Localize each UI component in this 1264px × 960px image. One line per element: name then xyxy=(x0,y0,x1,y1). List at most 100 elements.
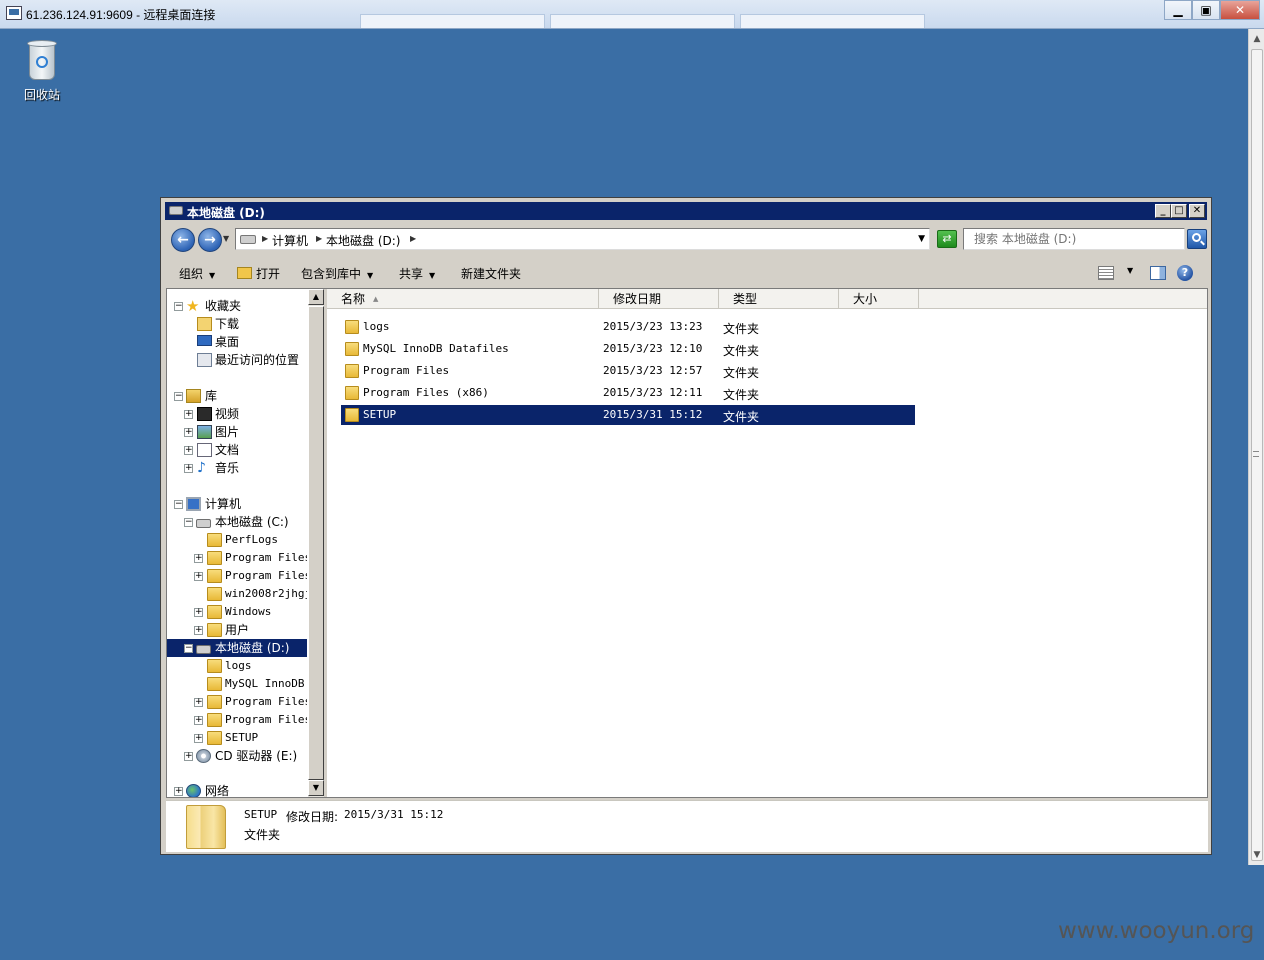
nav-drive-d-label: 本地磁盘 (D:) xyxy=(215,641,290,655)
expand-icon[interactable]: + xyxy=(184,428,193,437)
minimize-button[interactable]: _ xyxy=(1155,204,1171,218)
maximize-button[interactable]: □ xyxy=(1171,204,1187,218)
collapse-icon[interactable]: − xyxy=(184,518,193,527)
navpane-scroll-thumb[interactable] xyxy=(308,306,324,780)
nav-pictures[interactable]: + 图片 xyxy=(167,423,307,441)
view-options-dropdown-icon[interactable]: ▼ xyxy=(1127,266,1133,275)
share-menu[interactable]: 共享 ▼ xyxy=(399,265,435,282)
collapse-icon[interactable]: − xyxy=(184,644,193,653)
nav-d-program-files[interactable]: + Program Files xyxy=(167,693,307,711)
recycle-bin-shortcut[interactable]: 回收站 xyxy=(16,38,68,103)
explorer-title-bar[interactable]: 本地磁盘 (D:) _ □ ✕ xyxy=(165,202,1207,220)
nav-favorites[interactable]: − ★ 收藏夹 xyxy=(167,297,307,315)
nav-music[interactable]: + ♪ 音乐 xyxy=(167,459,307,477)
back-button[interactable]: ← xyxy=(171,228,195,252)
nav-c-program-files-x86[interactable]: + Program Files xyxy=(167,567,307,585)
folder-icon xyxy=(345,364,359,378)
column-name-header[interactable]: 名称 ▲ xyxy=(327,289,599,309)
organize-menu[interactable]: 组织 ▼ xyxy=(179,265,215,282)
expand-icon[interactable]: + xyxy=(174,787,183,796)
address-bar[interactable]: ▶ 计算机 ▶ 本地磁盘 (D:) ▶ ▼ xyxy=(235,228,930,250)
nav-drive-c[interactable]: − 本地磁盘 (C:) xyxy=(167,513,307,531)
column-modified-header[interactable]: 修改日期 xyxy=(599,289,719,309)
close-button[interactable]: ✕ xyxy=(1189,204,1205,218)
expand-icon[interactable]: + xyxy=(194,698,203,707)
search-icon[interactable] xyxy=(1187,229,1207,249)
nav-recent-places[interactable]: 最近访问的位置 xyxy=(167,351,307,369)
expand-icon[interactable]: + xyxy=(184,410,193,419)
nav-documents[interactable]: + 文档 xyxy=(167,441,307,459)
folder-icon xyxy=(207,677,222,691)
file-row-mysql[interactable]: MySQL InnoDB Datafiles 2015/3/23 12:10 文… xyxy=(341,339,915,359)
file-list[interactable]: 名称 ▲ 修改日期 类型 大小 logs 2015/3/23 13:23 文件夹 … xyxy=(327,289,1207,797)
recycle-bin-label: 回收站 xyxy=(23,88,60,102)
breadcrumb-drive-d[interactable]: 本地磁盘 (D:) xyxy=(326,232,400,249)
navpane-scrollbar[interactable]: ▲ ▼ xyxy=(307,289,324,797)
collapse-icon[interactable]: − xyxy=(174,500,183,509)
address-dropdown-icon[interactable]: ▼ xyxy=(918,234,925,244)
breadcrumb-computer[interactable]: 计算机 xyxy=(272,232,308,249)
file-row-program-files[interactable]: Program Files 2015/3/23 12:57 文件夹 xyxy=(341,361,915,381)
nav-network[interactable]: + 网络 xyxy=(167,782,307,797)
rdp-minimize-button[interactable]: ▁ xyxy=(1164,0,1192,20)
nav-d-program-files-x86[interactable]: + Program Files xyxy=(167,711,307,729)
scroll-down-arrow-icon[interactable]: ▼ xyxy=(308,780,324,796)
forward-button[interactable]: → xyxy=(198,228,222,252)
file-row-logs[interactable]: logs 2015/3/23 13:23 文件夹 xyxy=(341,317,915,337)
column-type-header[interactable]: 类型 xyxy=(719,289,839,309)
file-row-program-files-x86[interactable]: Program Files (x86) 2015/3/23 12:11 文件夹 xyxy=(341,383,915,403)
nav-downloads[interactable]: 下载 xyxy=(167,315,307,333)
collapse-icon[interactable]: − xyxy=(174,302,183,311)
nav-videos[interactable]: + 视频 xyxy=(167,405,307,423)
include-in-library-menu[interactable]: 包含到库中 ▼ xyxy=(301,265,373,282)
folder-icon xyxy=(207,551,222,565)
column-size-header[interactable]: 大小 xyxy=(839,289,919,309)
nav-c-win2008r2jhgj[interactable]: win2008r2jhgj xyxy=(167,585,307,603)
expand-icon[interactable]: + xyxy=(194,716,203,725)
rdp-restore-button[interactable]: ▣ xyxy=(1192,0,1220,20)
chevron-right-icon[interactable]: ▶ xyxy=(262,234,268,243)
nav-desktop[interactable]: 桌面 xyxy=(167,333,307,351)
rdp-close-button[interactable]: ✕ xyxy=(1220,0,1260,20)
expand-icon[interactable]: + xyxy=(184,464,193,473)
nav-drive-d[interactable]: − 本地磁盘 (D:) xyxy=(167,639,307,657)
nav-d-logs[interactable]: logs xyxy=(167,657,307,675)
new-folder-button[interactable]: 新建文件夹 xyxy=(461,265,521,282)
chevron-right-icon[interactable]: ▶ xyxy=(410,234,416,243)
open-button[interactable]: 打开 xyxy=(237,265,280,282)
file-row-setup[interactable]: SETUP 2015/3/31 15:12 文件夹 xyxy=(341,405,915,425)
change-view-icon[interactable] xyxy=(1098,266,1114,280)
folder-icon xyxy=(207,623,222,637)
desktop-vertical-scrollbar[interactable]: ▲ ▼ xyxy=(1248,29,1264,865)
file-type: 文件夹 xyxy=(723,388,760,402)
nav-c-program-files[interactable]: + Program Files xyxy=(167,549,307,567)
expand-icon[interactable]: + xyxy=(194,554,203,563)
expand-icon[interactable]: + xyxy=(194,608,203,617)
nav-d-mysql[interactable]: MySQL InnoDB D xyxy=(167,675,307,693)
scroll-up-arrow-icon[interactable]: ▲ xyxy=(308,289,324,305)
preview-pane-icon[interactable] xyxy=(1150,266,1166,280)
nav-cd-drive[interactable]: + CD 驱动器 (E:) xyxy=(167,747,307,765)
navigation-pane[interactable]: − ★ 收藏夹 下载 桌面 最近访问的位置 − 库 + 视频 + 图片 + 文档… xyxy=(167,289,307,797)
search-field[interactable] xyxy=(963,228,1185,250)
scroll-up-arrow-icon[interactable]: ▲ xyxy=(1249,31,1264,48)
nav-computer[interactable]: − 计算机 xyxy=(167,495,307,513)
nav-libraries[interactable]: − 库 xyxy=(167,387,307,405)
nav-c-windows[interactable]: + Windows xyxy=(167,603,307,621)
help-icon[interactable]: ? xyxy=(1177,265,1193,281)
nav-d-setup[interactable]: + SETUP xyxy=(167,729,307,747)
nav-c-users[interactable]: + 用户 xyxy=(167,621,307,639)
nav-c-perflogs[interactable]: PerfLogs xyxy=(167,531,307,549)
expand-icon[interactable]: + xyxy=(194,734,203,743)
recent-pages-dropdown-icon[interactable]: ▼ xyxy=(223,234,229,243)
expand-icon[interactable]: + xyxy=(194,626,203,635)
search-input[interactable] xyxy=(964,229,1164,249)
expand-icon[interactable]: + xyxy=(184,752,193,761)
chevron-right-icon[interactable]: ▶ xyxy=(316,234,322,243)
expand-icon[interactable]: + xyxy=(184,446,193,455)
rdp-title-bar[interactable]: 61.236.124.91:9609 - 远程桌面连接 ▁ ▣ ✕ xyxy=(0,0,1264,29)
collapse-icon[interactable]: − xyxy=(174,392,183,401)
scroll-down-arrow-icon[interactable]: ▼ xyxy=(1249,847,1264,864)
expand-icon[interactable]: + xyxy=(194,572,203,581)
refresh-icon[interactable]: ⇄ xyxy=(937,230,957,248)
